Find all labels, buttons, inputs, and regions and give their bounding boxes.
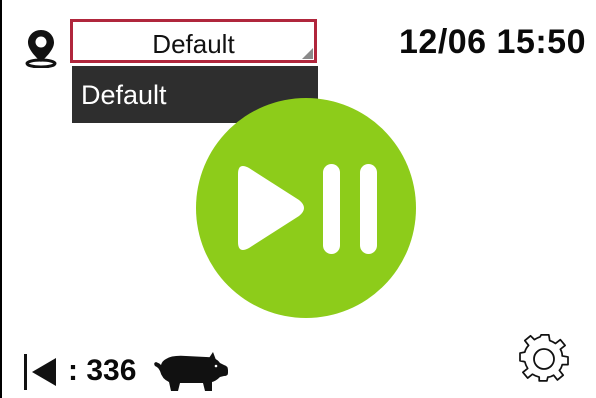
main-screen: Default Default 12/06 15:50 : 336	[0, 0, 596, 398]
dropdown-option-default[interactable]: Default	[81, 80, 167, 110]
select-corner-indicator	[302, 48, 313, 59]
back-arrow-icon[interactable]	[22, 354, 62, 390]
play-pause-button[interactable]	[196, 98, 416, 318]
counter-value: : 336	[68, 354, 137, 387]
location-select-value: Default	[152, 29, 235, 59]
screen-edge	[0, 0, 2, 398]
location-pin-icon	[25, 30, 57, 68]
animal-counter: : 336	[22, 351, 242, 391]
pig-icon	[154, 352, 228, 391]
location-select[interactable]: Default	[70, 19, 317, 63]
datetime-display: 12/06 15:50	[399, 23, 586, 61]
gear-icon[interactable]	[519, 332, 571, 384]
